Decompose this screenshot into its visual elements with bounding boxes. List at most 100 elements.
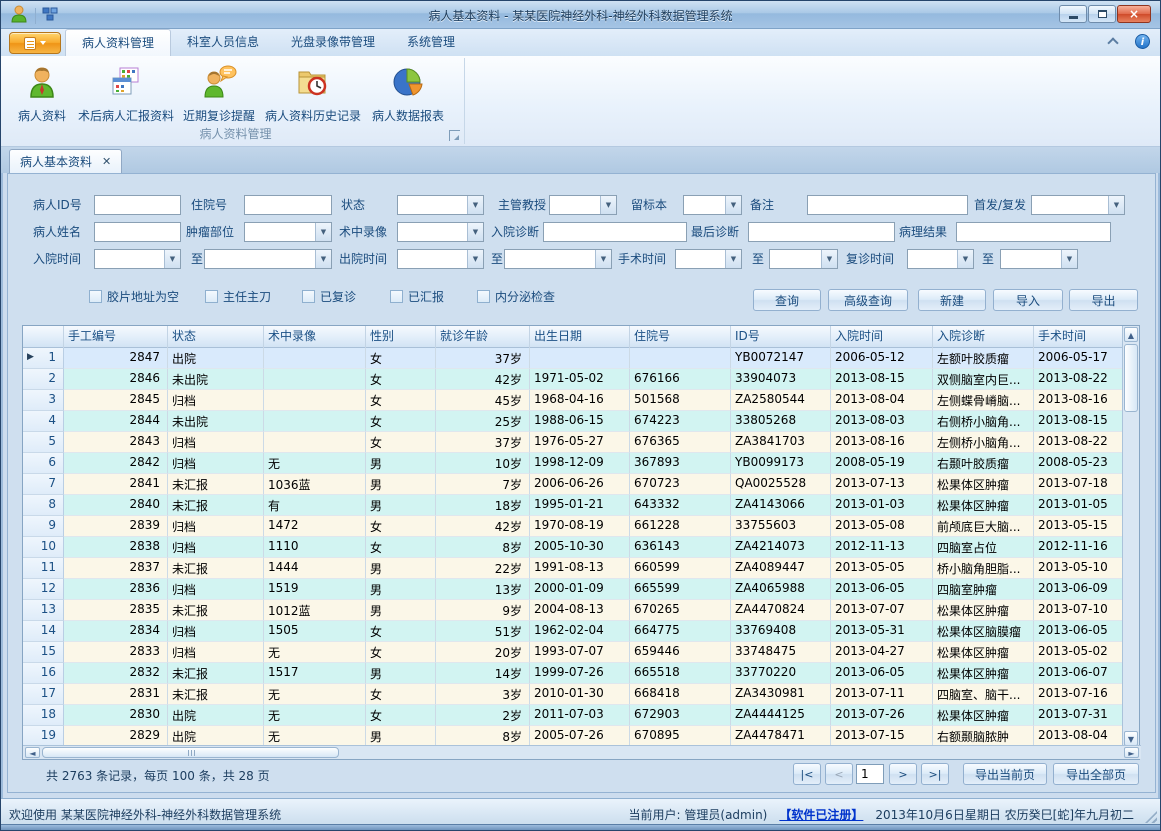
row-header[interactable]: 5 bbox=[23, 432, 64, 453]
filter-field-input[interactable] bbox=[245, 196, 331, 214]
table-cell[interactable]: 659446 bbox=[630, 642, 731, 663]
checkbox-icon[interactable] bbox=[205, 290, 218, 303]
query-button[interactable]: 查询 bbox=[753, 289, 821, 311]
advanced-query-button[interactable]: 高级查询 bbox=[828, 289, 908, 311]
table-cell[interactable]: 2830 bbox=[64, 705, 168, 726]
table-cell[interactable]: 左侧蝶骨嵴脑... bbox=[933, 390, 1034, 411]
vertical-scroll-thumb[interactable] bbox=[1124, 344, 1138, 412]
row-header[interactable]: 11 bbox=[23, 558, 64, 579]
table-cell[interactable]: 2846 bbox=[64, 369, 168, 390]
table-cell[interactable]: 2013-07-11 bbox=[831, 684, 933, 705]
table-cell[interactable]: 男 bbox=[366, 453, 436, 474]
table-cell[interactable]: 670723 bbox=[630, 474, 731, 495]
checkbox-icon[interactable] bbox=[390, 290, 403, 303]
table-row[interactable]: 92839归档1472女42岁1970-08-19661228337556032… bbox=[23, 516, 1139, 537]
column-header[interactable]: 入院诊断 bbox=[933, 326, 1034, 348]
table-cell[interactable]: 1999-07-26 bbox=[530, 663, 630, 684]
table-cell[interactable]: 出院 bbox=[168, 726, 264, 747]
table-cell[interactable]: 2013-08-03 bbox=[831, 411, 933, 432]
table-cell[interactable]: QA0025528 bbox=[731, 474, 831, 495]
dropdown-arrow-icon[interactable]: ▼ bbox=[595, 250, 611, 268]
filter-field-input[interactable] bbox=[770, 250, 821, 268]
filter-field-input[interactable] bbox=[205, 250, 315, 268]
table-cell[interactable]: 1110 bbox=[264, 537, 366, 558]
table-cell[interactable]: 女 bbox=[366, 537, 436, 558]
table-cell[interactable]: 2006-05-12 bbox=[831, 348, 933, 369]
table-cell[interactable]: 2837 bbox=[64, 558, 168, 579]
table-cell[interactable]: 1993-07-07 bbox=[530, 642, 630, 663]
filter-input[interactable] bbox=[807, 195, 968, 215]
filter-input[interactable] bbox=[956, 222, 1111, 242]
table-cell[interactable]: 33769408 bbox=[731, 621, 831, 642]
table-cell[interactable]: 桥小脑角胆脂... bbox=[933, 558, 1034, 579]
horizontal-scrollbar[interactable]: ◄ ► bbox=[23, 745, 1141, 759]
table-cell[interactable]: 1519 bbox=[264, 579, 366, 600]
filter-field-input[interactable] bbox=[908, 250, 957, 268]
table-row[interactable]: 182830出院无女2岁2011-07-03672903ZA4444125201… bbox=[23, 705, 1139, 726]
table-cell[interactable]: ZA4089447 bbox=[731, 558, 831, 579]
table-row[interactable]: 102838归档1110女8岁2005-10-30636143ZA4214073… bbox=[23, 537, 1139, 558]
table-cell[interactable]: 2834 bbox=[64, 621, 168, 642]
license-link[interactable]: 【软件已注册】 bbox=[779, 806, 863, 823]
table-cell[interactable]: 归档 bbox=[168, 390, 264, 411]
table-cell[interactable]: 2012-11-16 bbox=[1034, 537, 1124, 558]
row-header[interactable]: 4 bbox=[23, 411, 64, 432]
table-cell[interactable]: 男 bbox=[366, 558, 436, 579]
table-cell[interactable]: 37岁 bbox=[436, 432, 530, 453]
table-cell[interactable]: 2013-08-22 bbox=[1034, 432, 1124, 453]
table-cell[interactable]: 2013-06-09 bbox=[1034, 579, 1124, 600]
table-cell[interactable]: 2013-06-05 bbox=[831, 663, 933, 684]
table-cell[interactable]: YB0099173 bbox=[731, 453, 831, 474]
table-cell[interactable]: 668418 bbox=[630, 684, 731, 705]
pager-last-button[interactable]: >| bbox=[921, 763, 949, 785]
table-cell[interactable]: YB0072147 bbox=[731, 348, 831, 369]
pager-first-button[interactable]: |< bbox=[793, 763, 821, 785]
table-cell[interactable]: 归档 bbox=[168, 642, 264, 663]
table-cell[interactable]: 女 bbox=[366, 369, 436, 390]
filter-combo[interactable]: ▼ bbox=[907, 249, 974, 269]
table-cell[interactable]: 未汇报 bbox=[168, 600, 264, 621]
dropdown-arrow-icon[interactable]: ▼ bbox=[1061, 250, 1077, 268]
dropdown-arrow-icon[interactable]: ▼ bbox=[1108, 196, 1124, 214]
row-header[interactable]: 16 bbox=[23, 663, 64, 684]
filter-field-input[interactable] bbox=[544, 223, 686, 241]
table-cell[interactable]: 643332 bbox=[630, 495, 731, 516]
row-header[interactable]: 19 bbox=[23, 726, 64, 747]
table-cell[interactable]: 女 bbox=[366, 684, 436, 705]
table-cell[interactable]: 636143 bbox=[630, 537, 731, 558]
column-header[interactable]: 就诊年龄 bbox=[436, 326, 530, 348]
table-cell[interactable]: 2836 bbox=[64, 579, 168, 600]
table-cell[interactable]: 3岁 bbox=[436, 684, 530, 705]
checkbox-2[interactable]: 主任主刀 bbox=[205, 288, 271, 305]
table-cell[interactable]: 归档 bbox=[168, 621, 264, 642]
table-row[interactable]: 72841未汇报1036蓝男7岁2006-06-26670723QA002552… bbox=[23, 474, 1139, 495]
table-cell[interactable]: 2005-07-26 bbox=[530, 726, 630, 747]
filter-field-input[interactable] bbox=[245, 223, 315, 241]
table-cell[interactable]: 661228 bbox=[630, 516, 731, 537]
table-cell[interactable]: 2013-08-16 bbox=[1034, 390, 1124, 411]
table-cell[interactable]: 未出院 bbox=[168, 411, 264, 432]
filter-field-input[interactable] bbox=[684, 196, 725, 214]
column-header[interactable]: 手工编号 bbox=[64, 326, 168, 348]
table-cell[interactable]: 左侧桥小脑角... bbox=[933, 432, 1034, 453]
table-row[interactable]: 32845归档女45岁1968-04-16501568ZA25805442013… bbox=[23, 390, 1139, 411]
table-cell[interactable]: 松果体区肿瘤 bbox=[933, 474, 1034, 495]
table-cell[interactable]: 2839 bbox=[64, 516, 168, 537]
table-cell[interactable]: 2013-08-15 bbox=[831, 369, 933, 390]
filter-field-input[interactable] bbox=[808, 196, 967, 214]
row-header[interactable]: 12 bbox=[23, 579, 64, 600]
checkbox-3[interactable]: 已复诊 bbox=[302, 288, 356, 305]
table-cell[interactable]: 四脑室肿瘤 bbox=[933, 579, 1034, 600]
dropdown-arrow-icon[interactable]: ▼ bbox=[600, 196, 616, 214]
table-cell[interactable]: 2013-08-22 bbox=[1034, 369, 1124, 390]
table-cell[interactable]: 2838 bbox=[64, 537, 168, 558]
table-cell[interactable]: 归档 bbox=[168, 453, 264, 474]
filter-input[interactable] bbox=[244, 195, 332, 215]
row-header[interactable]: 3 bbox=[23, 390, 64, 411]
table-cell[interactable]: 2013-08-16 bbox=[831, 432, 933, 453]
table-cell[interactable]: 676365 bbox=[630, 432, 731, 453]
table-cell[interactable] bbox=[630, 348, 731, 369]
table-row[interactable]: 82840未汇报有男18岁1995-01-21643332ZA414306620… bbox=[23, 495, 1139, 516]
table-cell[interactable]: 1998-12-09 bbox=[530, 453, 630, 474]
column-header[interactable] bbox=[23, 326, 64, 348]
